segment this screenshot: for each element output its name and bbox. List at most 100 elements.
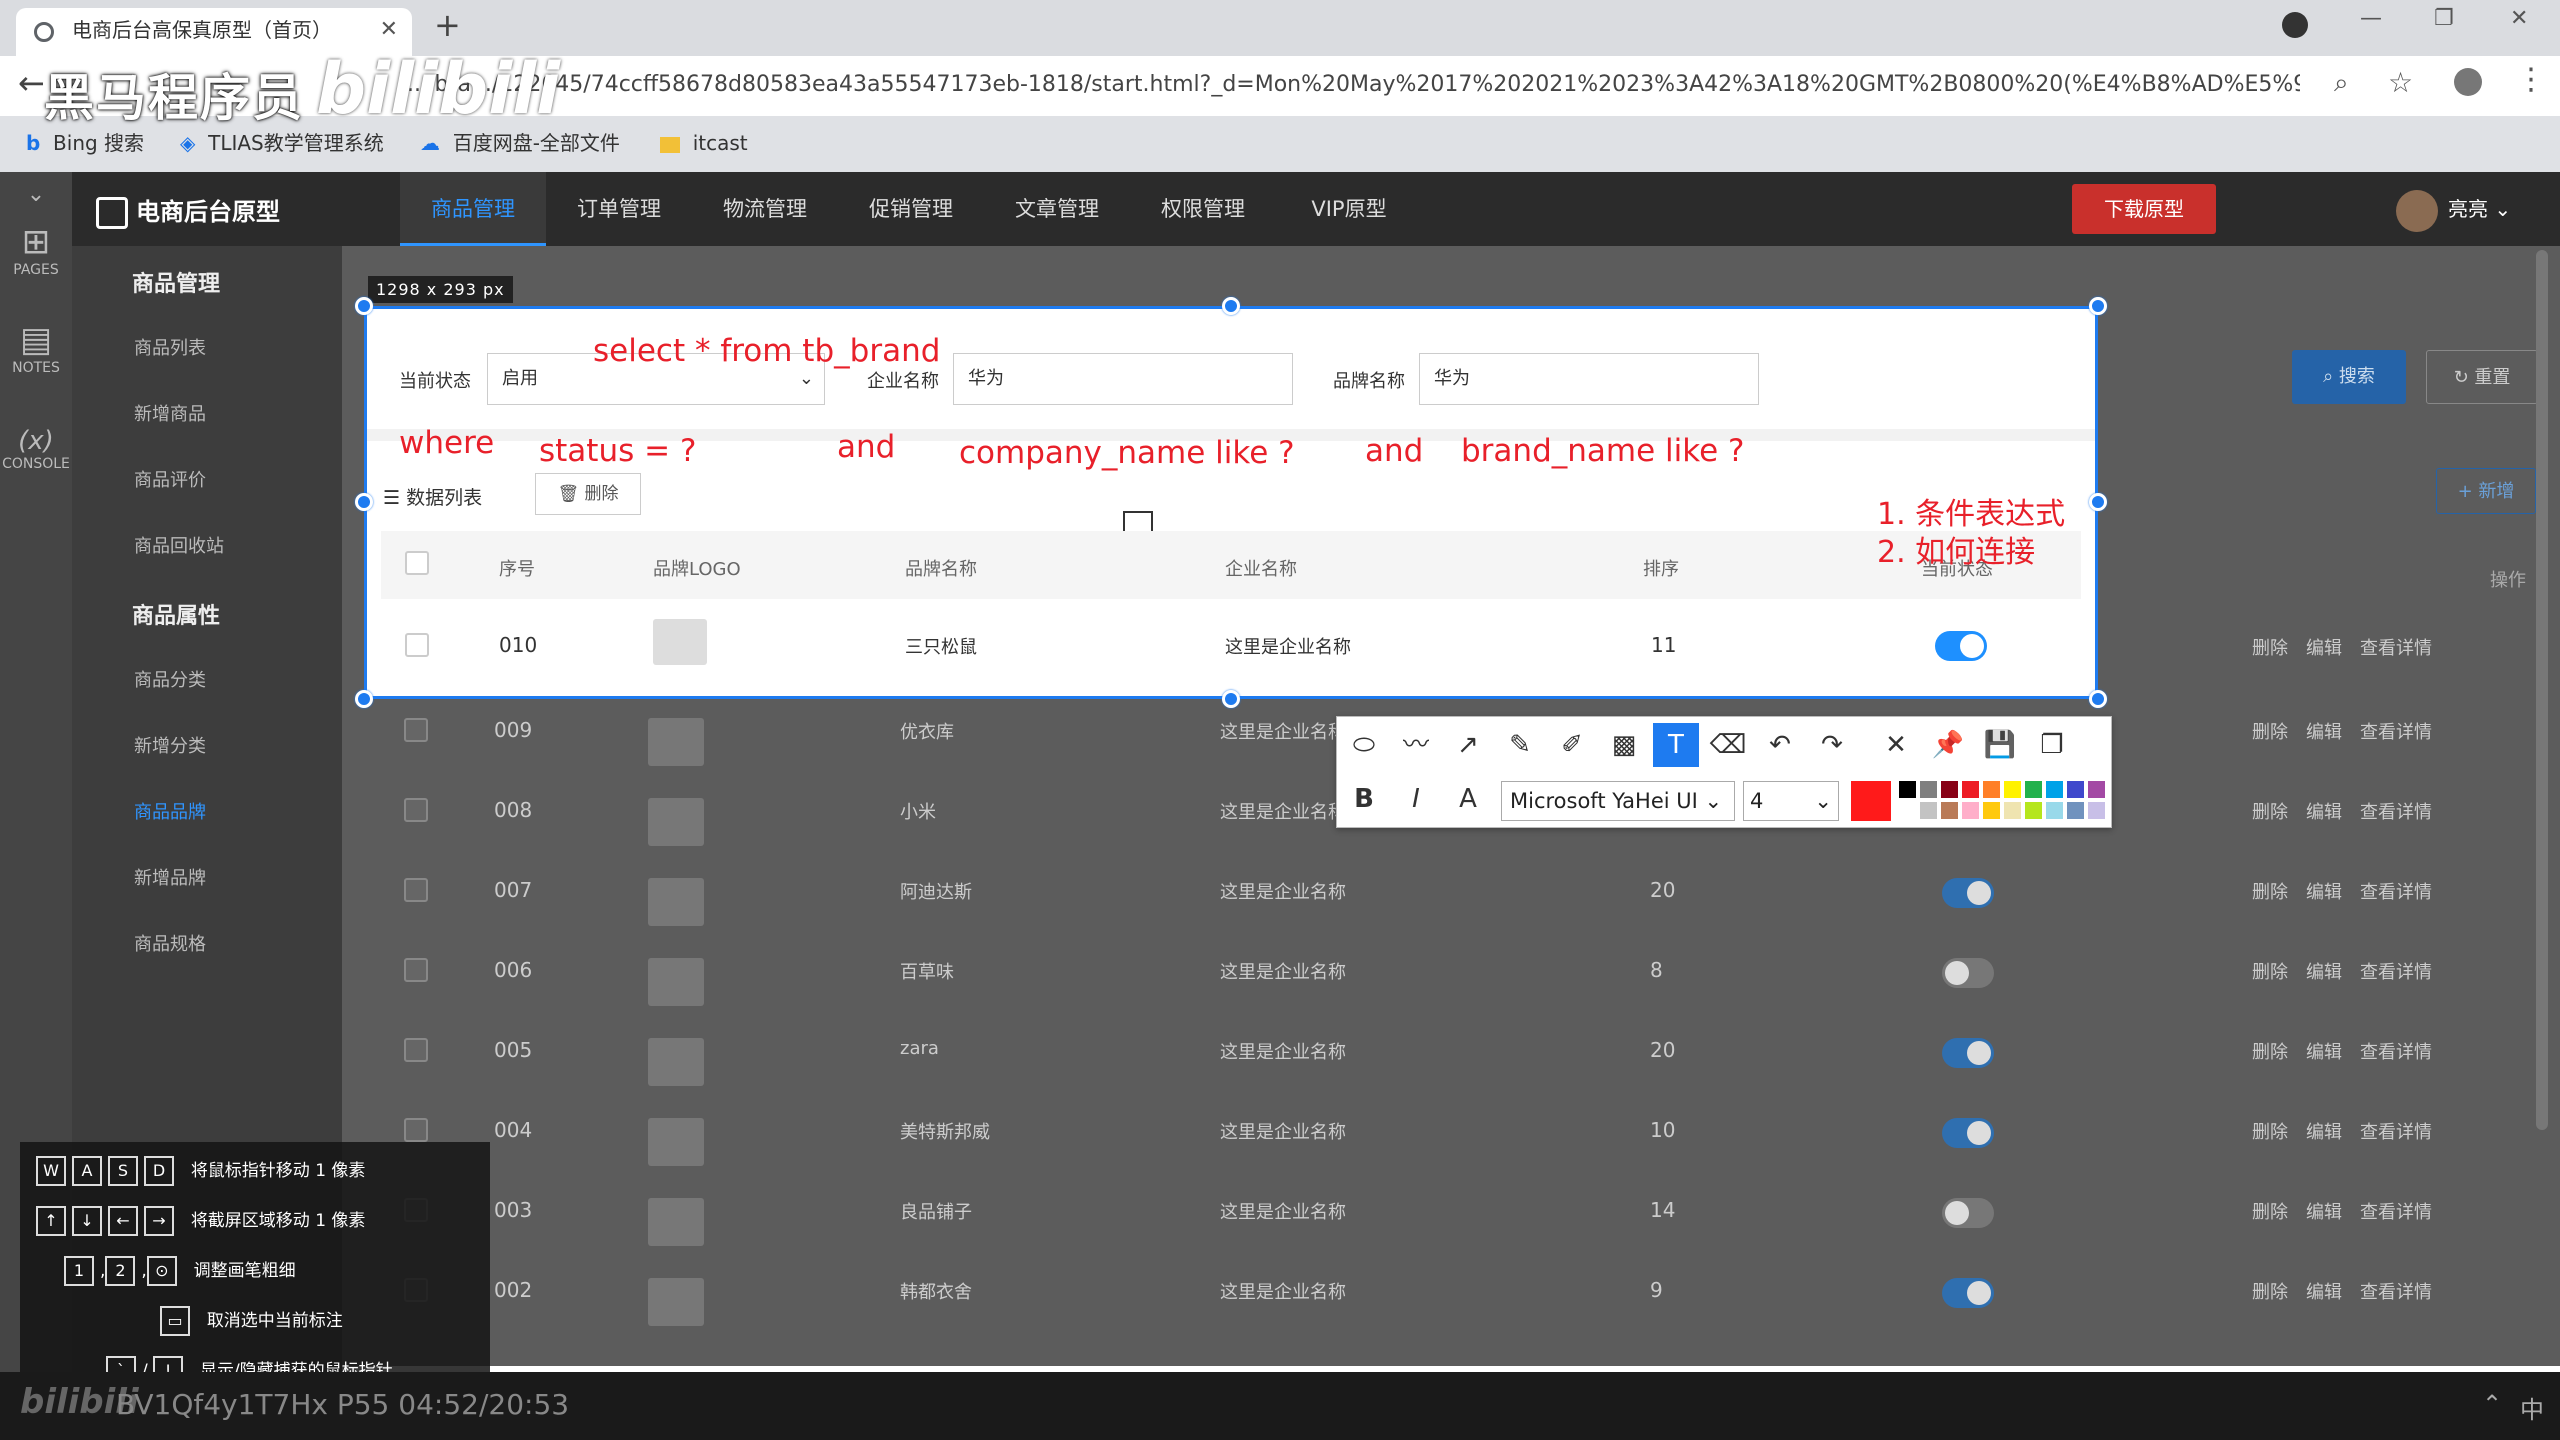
color-swatch[interactable] bbox=[2088, 781, 2105, 798]
collapse-icon[interactable]: ⌄ bbox=[0, 182, 72, 207]
profile-dot-icon[interactable] bbox=[2282, 12, 2308, 38]
row-checkbox[interactable] bbox=[404, 1038, 428, 1062]
color-swatch[interactable] bbox=[1941, 781, 1958, 798]
view-details-link[interactable]: 查看详情 bbox=[2360, 1038, 2432, 1064]
nav-permission[interactable]: 权限管理 bbox=[1130, 172, 1276, 246]
view-details-link[interactable]: 查看详情 bbox=[2360, 1118, 2432, 1144]
menu-icon[interactable]: ⋮ bbox=[2516, 62, 2546, 97]
download-prototype-button[interactable]: 下载原型 bbox=[2072, 184, 2216, 234]
font-size-select[interactable]: 4 ⌄ bbox=[1743, 781, 1839, 821]
font-select[interactable]: Microsoft YaHei UI ⌄ bbox=[1501, 781, 1735, 821]
menu-item-active[interactable]: 商品品牌 bbox=[134, 798, 206, 824]
menu-group-title[interactable]: 商品管理 bbox=[132, 266, 220, 298]
bookmark-itcast[interactable]: itcast bbox=[660, 118, 748, 168]
color-swatch[interactable] bbox=[2067, 781, 2084, 798]
color-swatch[interactable] bbox=[1962, 781, 1979, 798]
row-checkbox[interactable] bbox=[404, 958, 428, 982]
delete-link[interactable]: 删除 bbox=[2252, 1278, 2288, 1304]
edit-link[interactable]: 编辑 bbox=[2306, 1198, 2342, 1224]
star-icon[interactable]: ☆ bbox=[2388, 66, 2413, 99]
italic-icon[interactable]: I bbox=[1393, 777, 1439, 821]
marker-icon[interactable]: ✐ bbox=[1549, 723, 1595, 767]
page-scrollbar[interactable] bbox=[2536, 250, 2548, 1130]
view-details-link[interactable]: 查看详情 bbox=[2360, 1278, 2432, 1304]
edit-link[interactable]: 编辑 bbox=[2306, 958, 2342, 984]
view-details-link[interactable]: 查看详情 bbox=[2360, 718, 2432, 744]
view-details-link[interactable]: 查看详情 bbox=[2360, 1198, 2432, 1224]
nav-article[interactable]: 文章管理 bbox=[984, 172, 1130, 246]
delete-link[interactable]: 删除 bbox=[2252, 958, 2288, 984]
font-outline-icon[interactable]: A bbox=[1445, 777, 1491, 821]
new-tab-icon[interactable]: + bbox=[434, 6, 461, 44]
bold-icon[interactable]: B bbox=[1341, 777, 1387, 821]
menu-item[interactable]: 新增品牌 bbox=[134, 864, 206, 890]
resize-handle[interactable] bbox=[1222, 690, 1240, 708]
console-tab[interactable]: (x) CONSOLE bbox=[0, 426, 72, 472]
reset-button[interactable]: ↻ 重置 bbox=[2426, 350, 2538, 404]
pin-icon[interactable]: 📌 bbox=[1925, 723, 1971, 767]
color-swatch[interactable] bbox=[1920, 781, 1937, 798]
color-swatch[interactable] bbox=[2004, 802, 2021, 819]
edit-link[interactable]: 编辑 bbox=[2306, 634, 2342, 660]
color-swatch[interactable] bbox=[1920, 802, 1937, 819]
menu-item[interactable]: 商品分类 bbox=[134, 666, 206, 692]
menu-item[interactable]: 新增商品 bbox=[134, 400, 206, 426]
delete-link[interactable]: 删除 bbox=[2252, 1118, 2288, 1144]
text-tool-icon[interactable]: T bbox=[1653, 723, 1699, 767]
status-toggle[interactable] bbox=[1942, 958, 1994, 988]
menu-item[interactable]: 商品列表 bbox=[134, 334, 206, 360]
redo-icon[interactable]: ↷ bbox=[1809, 723, 1855, 767]
color-swatch[interactable] bbox=[1899, 802, 1916, 819]
mosaic-icon[interactable]: ▩ bbox=[1601, 723, 1647, 767]
menu-item[interactable]: 新增分类 bbox=[134, 732, 206, 758]
color-swatch[interactable] bbox=[1983, 802, 2000, 819]
menu-item[interactable]: 商品回收站 bbox=[134, 532, 224, 558]
cancel-icon[interactable]: ✕ bbox=[1873, 723, 1919, 767]
copy-icon[interactable]: ❐ bbox=[2029, 723, 2075, 767]
minimize-icon[interactable]: — bbox=[2360, 6, 2382, 31]
row-checkbox[interactable] bbox=[404, 878, 428, 902]
brand-input[interactable]: 华为 bbox=[1419, 353, 1759, 405]
edit-link[interactable]: 编辑 bbox=[2306, 798, 2342, 824]
edit-link[interactable]: 编辑 bbox=[2306, 1038, 2342, 1064]
edit-link[interactable]: 编辑 bbox=[2306, 1278, 2342, 1304]
user-menu[interactable]: 亮亮 ⌄ bbox=[2396, 188, 2511, 232]
color-swatch[interactable] bbox=[2067, 802, 2084, 819]
close-tab-icon[interactable]: ✕ bbox=[380, 8, 398, 52]
color-swatch[interactable] bbox=[1941, 802, 1958, 819]
edit-link[interactable]: 编辑 bbox=[2306, 878, 2342, 904]
menu-group-title[interactable]: 商品属性 bbox=[132, 598, 220, 630]
nav-order[interactable]: 订单管理 bbox=[546, 172, 692, 246]
view-details-link[interactable]: 查看详情 bbox=[2360, 958, 2432, 984]
ime-indicator[interactable]: 中 bbox=[2520, 1390, 2544, 1425]
url-field[interactable]: ...obra.../122645/74ccff58678d80583ea43a… bbox=[400, 72, 2300, 97]
resize-handle[interactable] bbox=[355, 493, 373, 511]
nav-logistics[interactable]: 物流管理 bbox=[692, 172, 838, 246]
select-all-checkbox[interactable] bbox=[405, 551, 429, 575]
view-details-link[interactable]: 查看详情 bbox=[2360, 798, 2432, 824]
resize-handle[interactable] bbox=[355, 690, 373, 708]
nav-product[interactable]: 商品管理 bbox=[400, 172, 546, 246]
color-swatch[interactable] bbox=[2004, 781, 2021, 798]
nav-promotion[interactable]: 促销管理 bbox=[838, 172, 984, 246]
view-details-link[interactable]: 查看详情 bbox=[2360, 634, 2432, 660]
color-swatch[interactable] bbox=[2046, 802, 2063, 819]
color-swatch[interactable] bbox=[2046, 781, 2063, 798]
color-swatch[interactable] bbox=[2025, 781, 2042, 798]
row-checkbox[interactable] bbox=[405, 633, 429, 657]
status-toggle[interactable] bbox=[1935, 631, 1987, 661]
eraser-icon[interactable]: ⌫ bbox=[1705, 723, 1751, 767]
status-toggle[interactable] bbox=[1942, 1118, 1994, 1148]
status-toggle[interactable] bbox=[1942, 1278, 1994, 1308]
delete-link[interactable]: 删除 bbox=[2252, 798, 2288, 824]
company-input[interactable]: 华为 bbox=[953, 353, 1293, 405]
maximize-icon[interactable]: ❐ bbox=[2434, 6, 2454, 31]
delete-link[interactable]: 删除 bbox=[2252, 878, 2288, 904]
search-button[interactable]: ⌕ 搜索 bbox=[2292, 350, 2406, 404]
pages-tab[interactable]: ⊞ PAGES bbox=[0, 222, 72, 278]
back-icon[interactable]: ← bbox=[18, 64, 45, 102]
resize-handle[interactable] bbox=[1222, 297, 1240, 315]
color-swatch[interactable] bbox=[1983, 781, 2000, 798]
freehand-icon[interactable]: 〰 bbox=[1393, 723, 1439, 767]
arrow-icon[interactable]: ↗ bbox=[1445, 723, 1491, 767]
